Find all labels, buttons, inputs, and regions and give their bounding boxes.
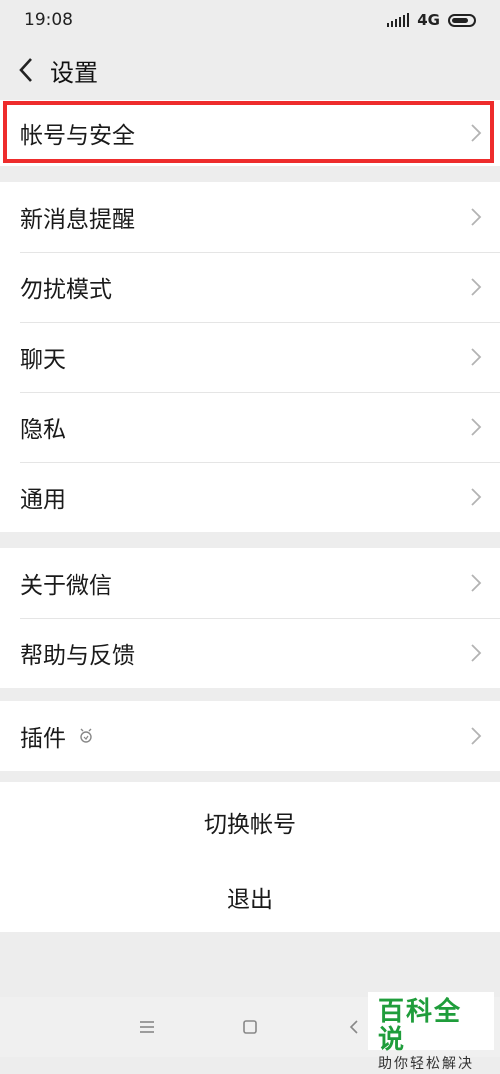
back-nav-icon[interactable] bbox=[342, 1015, 366, 1039]
home-icon[interactable] bbox=[238, 1015, 262, 1039]
chevron-right-icon bbox=[471, 574, 482, 592]
logout-label: 退出 bbox=[227, 887, 273, 913]
settings-item-label: 新消息提醒 bbox=[20, 207, 135, 233]
settings-item-label: 插件 bbox=[20, 726, 66, 752]
status-icons: 4G bbox=[387, 11, 476, 29]
settings-item-account-security[interactable]: 帐号与安全 bbox=[0, 100, 500, 166]
settings-item-chat[interactable]: 聊天 bbox=[0, 322, 500, 392]
settings-item-label: 隐私 bbox=[20, 417, 66, 443]
switch-account-button[interactable]: 切换帐号 bbox=[0, 782, 500, 862]
network-type: 4G bbox=[417, 11, 440, 29]
settings-item-label: 帮助与反馈 bbox=[20, 643, 135, 669]
status-time: 19:08 bbox=[24, 10, 73, 30]
status-bar: 19:08 4G bbox=[0, 0, 500, 40]
page-title: 设置 bbox=[50, 58, 98, 87]
settings-item-label: 关于微信 bbox=[20, 573, 112, 599]
chevron-right-icon bbox=[471, 348, 482, 366]
chevron-right-icon bbox=[471, 727, 482, 745]
watermark-logo: 百科全说 助你轻松解决 bbox=[368, 992, 494, 1072]
chevron-right-icon bbox=[471, 124, 482, 142]
chevron-right-icon bbox=[471, 208, 482, 226]
chevron-right-icon bbox=[471, 488, 482, 506]
plugins-group: 插件 bbox=[0, 701, 500, 771]
account-group: 帐号与安全 bbox=[0, 100, 500, 166]
settings-item-label: 聊天 bbox=[20, 347, 66, 373]
nav-bar: 设置 bbox=[0, 44, 500, 96]
chevron-right-icon bbox=[471, 278, 482, 296]
chevron-right-icon bbox=[471, 644, 482, 662]
menu-icon[interactable] bbox=[135, 1015, 159, 1039]
plugin-icon bbox=[78, 728, 94, 744]
settings-item-privacy[interactable]: 隐私 bbox=[0, 392, 500, 462]
back-arrow-icon[interactable] bbox=[12, 55, 40, 85]
settings-item-about-wechat[interactable]: 关于微信 bbox=[0, 548, 500, 618]
chevron-right-icon bbox=[471, 418, 482, 436]
settings-item-label: 通用 bbox=[20, 487, 66, 513]
switch-account-label: 切换帐号 bbox=[204, 812, 296, 838]
signal-icon bbox=[387, 13, 410, 27]
battery-icon bbox=[448, 13, 476, 27]
settings-item-help-feedback[interactable]: 帮助与反馈 bbox=[0, 618, 500, 688]
settings-item-label: 勿扰模式 bbox=[20, 277, 112, 303]
settings-item-do-not-disturb[interactable]: 勿扰模式 bbox=[0, 252, 500, 322]
settings-item-notifications[interactable]: 新消息提醒 bbox=[0, 182, 500, 252]
watermark-title: 百科全说 bbox=[378, 997, 463, 1055]
settings-item-plugins[interactable]: 插件 bbox=[0, 701, 500, 771]
watermark-subtitle: 助你轻松解决 bbox=[378, 1056, 474, 1072]
settings-item-label: 帐号与安全 bbox=[20, 123, 135, 149]
about-group: 关于微信 帮助与反馈 bbox=[0, 548, 500, 688]
settings-item-general[interactable]: 通用 bbox=[0, 462, 500, 532]
main-settings-group: 新消息提醒 勿扰模式 聊天 隐私 通用 bbox=[0, 182, 500, 532]
logout-button[interactable]: 退出 bbox=[0, 862, 500, 932]
